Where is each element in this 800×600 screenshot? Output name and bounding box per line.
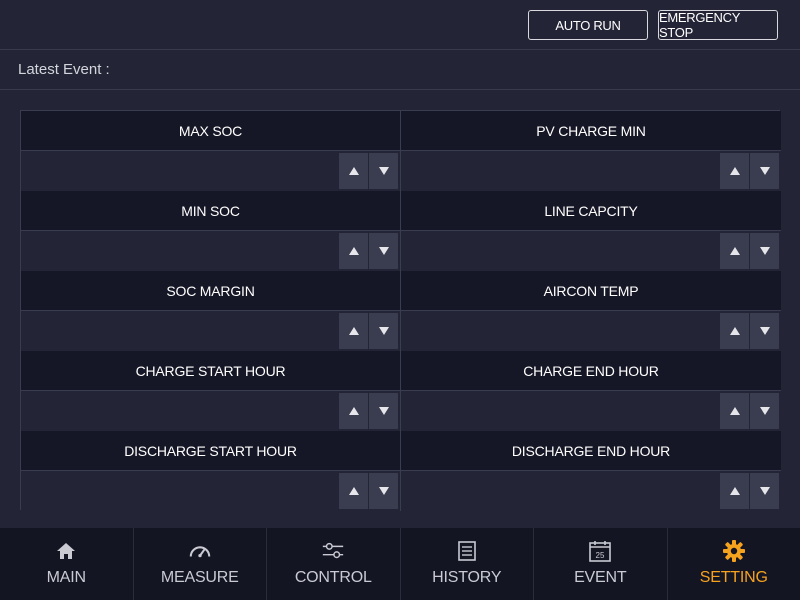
arrow-up-icon — [348, 407, 359, 415]
latest-event-label: Latest Event : — [18, 61, 110, 78]
setting-value[interactable] — [411, 151, 711, 191]
increment-button[interactable] — [339, 313, 368, 349]
arrow-down-icon — [378, 167, 389, 175]
nav-label: CONTROL — [294, 569, 372, 586]
arrow-up-icon — [348, 167, 359, 175]
arrow-down-icon — [378, 407, 389, 415]
arrow-up-icon — [729, 487, 740, 495]
arrow-down-icon — [759, 247, 770, 255]
gear-icon — [722, 540, 746, 562]
increment-button[interactable] — [720, 393, 749, 429]
setting-aircon-temp: AIRCON TEMP — [401, 271, 781, 351]
arrow-up-icon — [729, 167, 740, 175]
arrow-down-icon — [759, 167, 770, 175]
arrow-up-icon — [729, 327, 740, 335]
setting-pv-charge-min: PV CHARGE MIN — [401, 111, 781, 191]
home-icon — [54, 540, 78, 562]
setting-label: CHARGE END HOUR — [401, 351, 781, 390]
nav-label: HISTORY — [432, 569, 502, 586]
top-bar: AUTO RUN EMERGENCY STOP — [0, 0, 800, 50]
nav-label: MAIN — [46, 569, 86, 586]
sliders-icon — [321, 540, 345, 562]
setting-value[interactable] — [411, 311, 711, 351]
nav-measure[interactable]: MEASURE — [134, 528, 267, 600]
arrow-down-icon — [759, 327, 770, 335]
setting-charge-end-hour: CHARGE END HOUR — [401, 351, 781, 431]
increment-button[interactable] — [720, 233, 749, 269]
decrement-button[interactable] — [750, 393, 779, 429]
arrow-up-icon — [729, 407, 740, 415]
decrement-button[interactable] — [750, 233, 779, 269]
setting-label: DISCHARGE START HOUR — [21, 431, 401, 470]
setting-min-soc: MIN SOC — [21, 191, 401, 271]
auto-run-button[interactable]: AUTO RUN — [528, 10, 648, 40]
nav-label: MEASURE — [160, 569, 239, 586]
setting-max-soc: MAX SOC — [21, 111, 401, 191]
setting-label: LINE CAPCITY — [401, 191, 781, 230]
arrow-down-icon — [759, 487, 770, 495]
nav-history[interactable]: HISTORY — [401, 528, 534, 600]
setting-label: CHARGE START HOUR — [21, 351, 401, 390]
setting-charge-start-hour: CHARGE START HOUR — [21, 351, 401, 431]
nav-label: EVENT — [574, 569, 627, 586]
svg-text:25: 25 — [596, 551, 605, 560]
setting-label: MIN SOC — [21, 191, 401, 230]
setting-value[interactable] — [31, 471, 331, 511]
arrow-up-icon — [348, 247, 359, 255]
increment-button[interactable] — [720, 313, 749, 349]
decrement-button[interactable] — [369, 313, 398, 349]
nav-event[interactable]: 25 EVENT — [534, 528, 668, 600]
arrow-down-icon — [378, 247, 389, 255]
setting-discharge-end-hour: DISCHARGE END HOUR — [401, 431, 781, 511]
decrement-button[interactable] — [369, 473, 398, 509]
increment-button[interactable] — [339, 233, 368, 269]
latest-event-bar: Latest Event : — [0, 50, 800, 90]
arrow-down-icon — [759, 407, 770, 415]
emergency-stop-button[interactable]: EMERGENCY STOP — [658, 10, 778, 40]
setting-value[interactable] — [31, 311, 331, 351]
setting-value[interactable] — [31, 391, 331, 431]
increment-button[interactable] — [720, 153, 749, 189]
nav-control[interactable]: CONTROL — [267, 528, 401, 600]
decrement-button[interactable] — [369, 233, 398, 269]
setting-label: MAX SOC — [21, 111, 401, 150]
settings-grid: MAX SOC PV CHARGE MIN MIN SOC LINE CAPCI… — [20, 110, 781, 511]
increment-button[interactable] — [339, 153, 368, 189]
setting-value[interactable] — [411, 231, 711, 271]
setting-label: SOC MARGIN — [21, 271, 401, 310]
setting-value[interactable] — [411, 391, 711, 431]
increment-button[interactable] — [339, 473, 368, 509]
setting-discharge-start-hour: DISCHARGE START HOUR — [21, 431, 401, 511]
nav-label: SETTING — [699, 569, 768, 586]
increment-button[interactable] — [720, 473, 749, 509]
setting-label: DISCHARGE END HOUR — [401, 431, 781, 470]
setting-value[interactable] — [31, 231, 331, 271]
setting-line-capacity: LINE CAPCITY — [401, 191, 781, 271]
gauge-icon — [188, 540, 212, 562]
setting-label: PV CHARGE MIN — [401, 111, 781, 150]
decrement-button[interactable] — [750, 473, 779, 509]
arrow-down-icon — [378, 487, 389, 495]
nav-setting[interactable]: SETTING — [668, 528, 800, 600]
decrement-button[interactable] — [369, 153, 398, 189]
setting-value[interactable] — [31, 151, 331, 191]
arrow-up-icon — [729, 247, 740, 255]
arrow-down-icon — [378, 327, 389, 335]
arrow-up-icon — [348, 487, 359, 495]
decrement-button[interactable] — [369, 393, 398, 429]
decrement-button[interactable] — [750, 153, 779, 189]
increment-button[interactable] — [339, 393, 368, 429]
calendar-icon: 25 — [588, 540, 612, 562]
setting-value[interactable] — [411, 471, 711, 511]
decrement-button[interactable] — [750, 313, 779, 349]
setting-label: AIRCON TEMP — [401, 271, 781, 310]
list-icon — [455, 540, 479, 562]
setting-soc-margin: SOC MARGIN — [21, 271, 401, 351]
bottom-nav: MAIN MEASURE CONTROL HISTORY 25 EVENT SE… — [0, 528, 800, 600]
nav-main[interactable]: MAIN — [0, 528, 134, 600]
arrow-up-icon — [348, 327, 359, 335]
